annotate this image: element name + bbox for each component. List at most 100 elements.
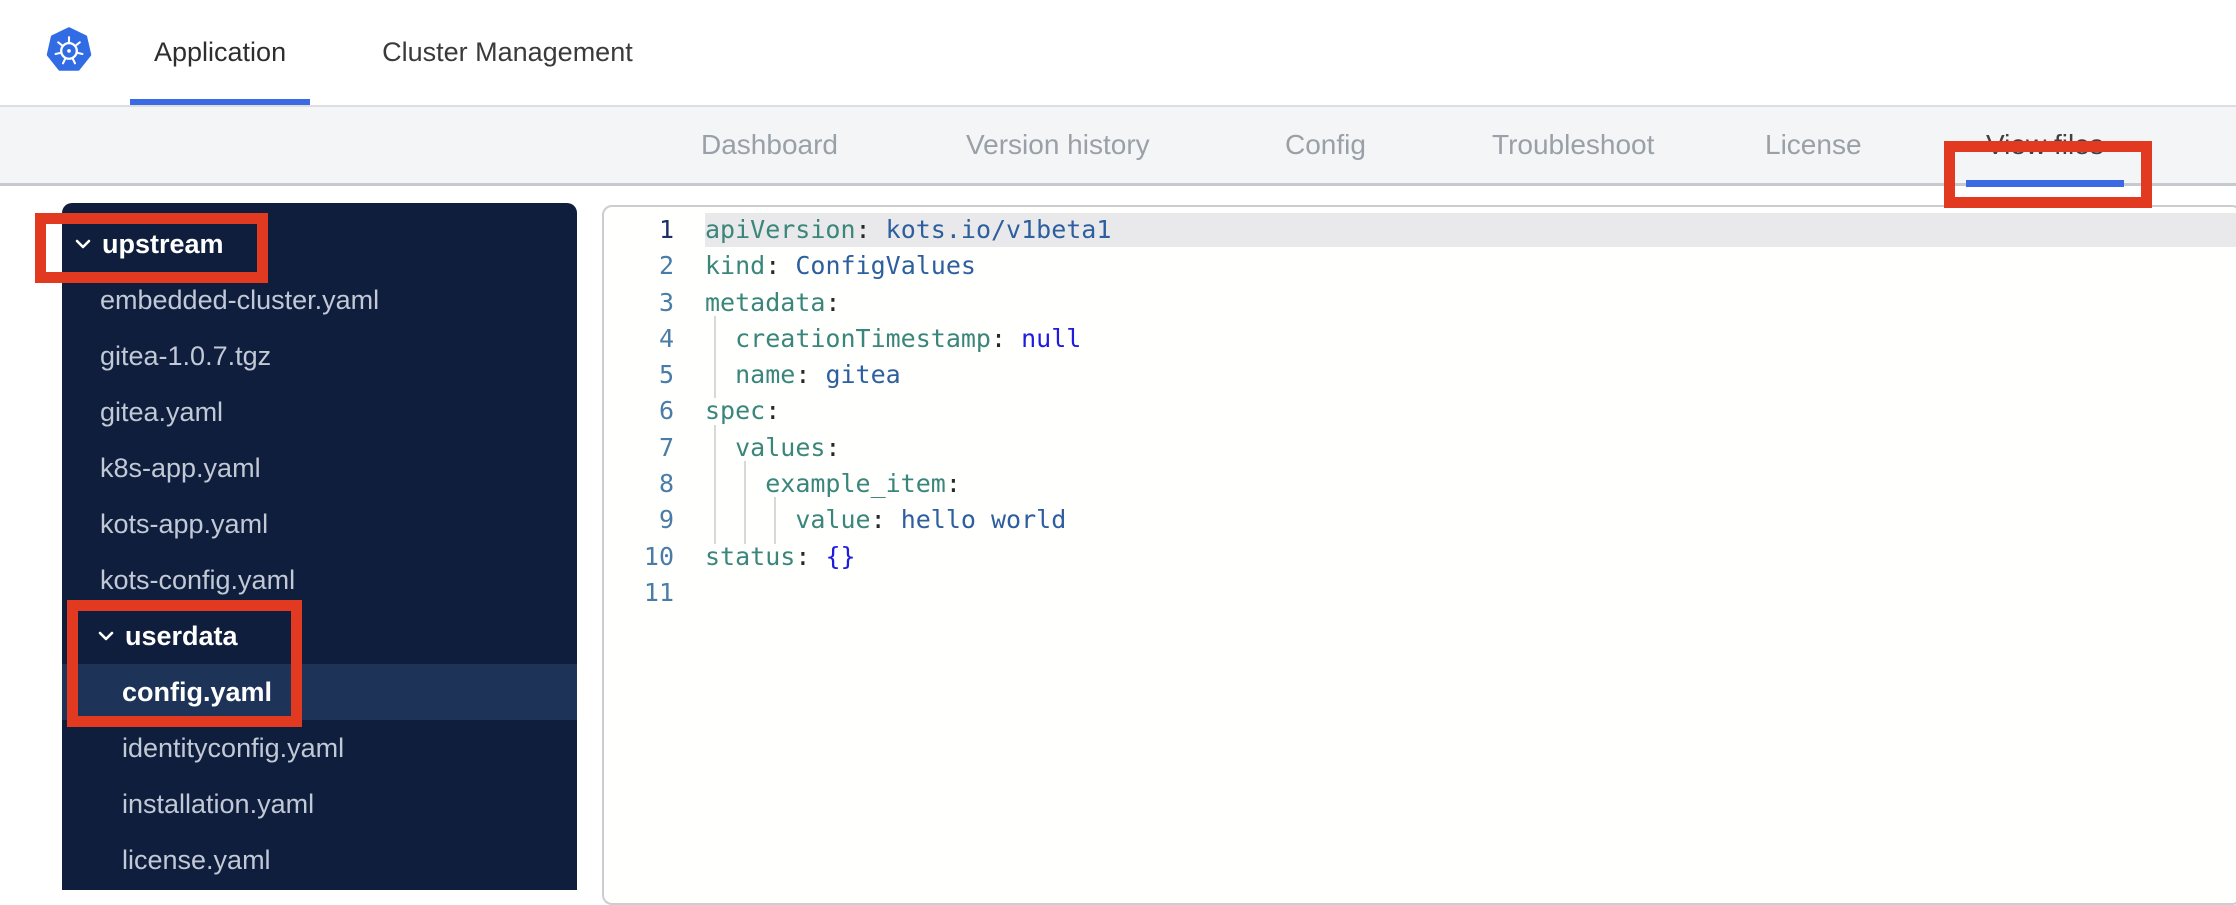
app-header: Application Cluster Management <box>0 0 2236 107</box>
token-val: ConfigValues <box>795 251 976 281</box>
yaml-code-editor[interactable]: 1 apiVersion: kots.io/v1beta1 2 kind: Confi… <box>602 205 2236 905</box>
token-punc: : <box>990 323 1007 353</box>
code-text: apiVersion: kots.io/v1beta1 <box>705 212 1111 248</box>
line-number: 2 <box>658 251 674 281</box>
tab-config[interactable]: Config <box>1285 107 1366 183</box>
line-number: 11 <box>643 577 674 607</box>
file-label: installation.yaml <box>122 788 315 819</box>
code-line-4[interactable]: 4 creationTimestamp: null <box>604 315 2236 363</box>
line-number: 10 <box>643 541 674 571</box>
file-label: identityconfig.yaml <box>122 732 345 763</box>
token-key: metadata <box>705 287 826 317</box>
line-number: 1 <box>658 215 674 244</box>
header-tab-cluster-management[interactable]: Cluster Management <box>358 0 657 105</box>
token-punc: : <box>795 541 811 571</box>
folder-label: upstream <box>102 228 224 259</box>
line-number: 7 <box>658 432 674 462</box>
token-val: hello world <box>900 505 1067 535</box>
token-punc: : <box>855 215 871 244</box>
kubernetes-logo-icon <box>46 27 92 71</box>
file-k8s-app-yaml[interactable]: k8s-app.yaml <box>62 440 577 496</box>
file-kots-app-yaml[interactable]: kots-app.yaml <box>62 496 577 552</box>
line-number: 9 <box>658 505 674 535</box>
code-text: value: hello world <box>705 497 1067 544</box>
code-line-1[interactable]: 1 apiVersion: kots.io/v1beta1 <box>604 212 2236 248</box>
tab-label: View files <box>1986 129 2104 160</box>
code-text: metadata: <box>705 285 840 321</box>
tab-label: Troubleshoot <box>1492 129 1655 160</box>
code-line-9[interactable]: 9 value: hello world <box>604 497 2236 544</box>
chevron-down-icon[interactable] <box>72 233 94 255</box>
code-line-5[interactable]: 5 name: gitea <box>604 352 2236 399</box>
code-line-11[interactable]: 11 <box>604 575 2236 611</box>
code-text: kind: ConfigValues <box>705 248 976 284</box>
line-number: 4 <box>658 323 674 353</box>
folder-label: userdata <box>125 620 238 651</box>
token-punc: : <box>765 396 781 426</box>
folder-upstream[interactable]: upstream <box>62 216 577 272</box>
token-key: creationTimestamp <box>735 323 991 353</box>
line-number: 3 <box>658 287 674 317</box>
tab-label: Dashboard <box>701 129 838 160</box>
token-val: gitea <box>825 360 901 390</box>
tab-label: Version history <box>966 129 1150 160</box>
code-lines: 1 apiVersion: kots.io/v1beta1 2 kind: Confi… <box>604 212 2236 611</box>
file-label: embedded-cluster.yaml <box>100 284 380 315</box>
tab-dashboard[interactable]: Dashboard <box>701 107 838 183</box>
code-text: spec: <box>705 393 780 429</box>
indent-guide <box>774 497 776 544</box>
file-label: k8s-app.yaml <box>100 452 261 483</box>
file-label: gitea.yaml <box>100 396 224 427</box>
line-number: 8 <box>658 469 674 499</box>
code-text: status: {} <box>705 539 856 575</box>
chevron-down-icon[interactable] <box>95 625 117 647</box>
file-installation-yaml[interactable]: installation.yaml <box>62 776 577 832</box>
token-punc: : <box>765 251 781 281</box>
tab-version-history[interactable]: Version history <box>966 107 1150 183</box>
indent-guide <box>714 352 716 399</box>
code-line-8[interactable]: 8 example_item: <box>604 461 2236 508</box>
code-line-2[interactable]: 2 kind: ConfigValues <box>604 248 2236 284</box>
folder-userdata[interactable]: userdata <box>62 608 577 664</box>
header-tabs: Application Cluster Management <box>130 0 657 105</box>
code-text: values: <box>705 424 840 472</box>
token-key: kind <box>705 251 766 281</box>
header-tab-label: Cluster Management <box>382 37 633 67</box>
header-tab-application[interactable]: Application <box>130 0 311 105</box>
code-line-7[interactable]: 7 values: <box>604 424 2236 472</box>
tab-view-files[interactable]: View files <box>1966 107 2124 187</box>
file-embedded-cluster-yaml[interactable]: embedded-cluster.yaml <box>62 272 577 328</box>
token-key: value <box>795 505 871 535</box>
token-key: status <box>705 541 796 571</box>
file-license-yaml[interactable]: license.yaml <box>62 832 577 888</box>
file-kots-config-yaml[interactable]: kots-config.yaml <box>62 552 577 608</box>
token-punc: : <box>945 469 961 499</box>
token-key: example_item <box>765 469 946 499</box>
tab-label: License <box>1765 129 1862 160</box>
tab-label: Config <box>1285 129 1366 160</box>
indent-guide <box>744 497 746 544</box>
tab-license[interactable]: License <box>1765 107 1862 183</box>
file-identityconfig-yaml[interactable]: identityconfig.yaml <box>62 720 577 776</box>
token-atom: {} <box>825 541 856 571</box>
code-line-3[interactable]: 3 metadata: <box>604 285 2236 321</box>
code-text: name: gitea <box>705 352 901 399</box>
code-line-10[interactable]: 10 status: {} <box>604 539 2236 575</box>
tab-troubleshoot[interactable]: Troubleshoot <box>1492 107 1654 183</box>
file-tree-sidebar: upstream embedded-cluster.yaml gitea-1.0.7… <box>62 203 577 890</box>
header-tab-label: Application <box>154 37 287 67</box>
indent-guide <box>714 497 716 544</box>
app-subnav: Dashboard Version history Config Troublesho… <box>0 107 2236 187</box>
file-config-yaml[interactable]: config.yaml <box>62 664 577 720</box>
file-gitea-1-0-7-tgz[interactable]: gitea-1.0.7.tgz <box>62 328 577 384</box>
code-line-6[interactable]: 6 spec: <box>604 393 2236 429</box>
file-gitea-yaml[interactable]: gitea.yaml <box>62 384 577 440</box>
file-label: license.yaml <box>122 844 271 875</box>
